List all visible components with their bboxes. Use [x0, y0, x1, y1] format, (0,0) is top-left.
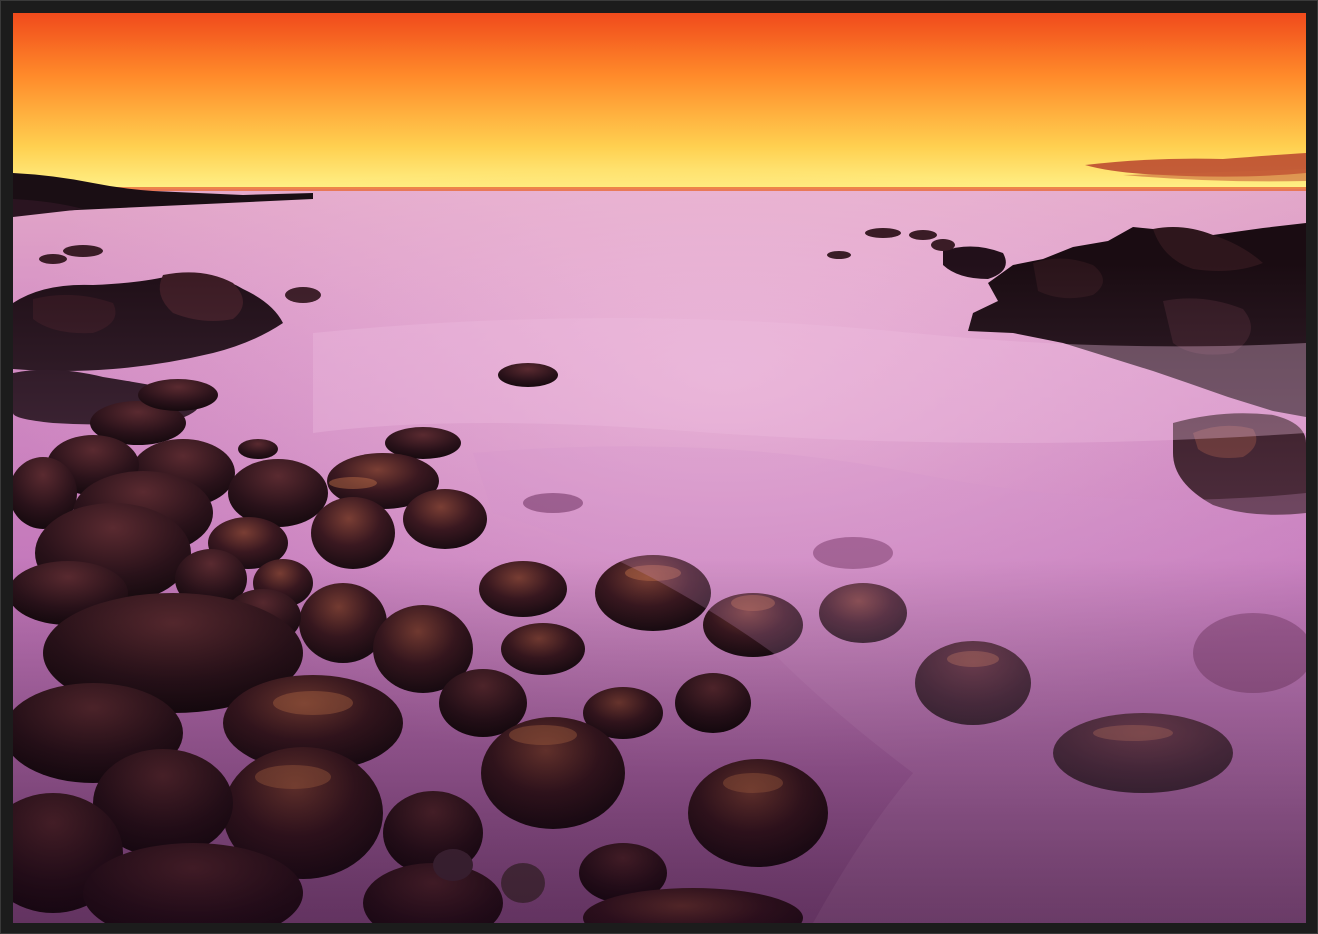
seascape-photo — [13, 13, 1306, 923]
photo-canvas — [13, 13, 1306, 923]
vignette — [13, 13, 1306, 923]
picture-frame — [0, 0, 1318, 934]
